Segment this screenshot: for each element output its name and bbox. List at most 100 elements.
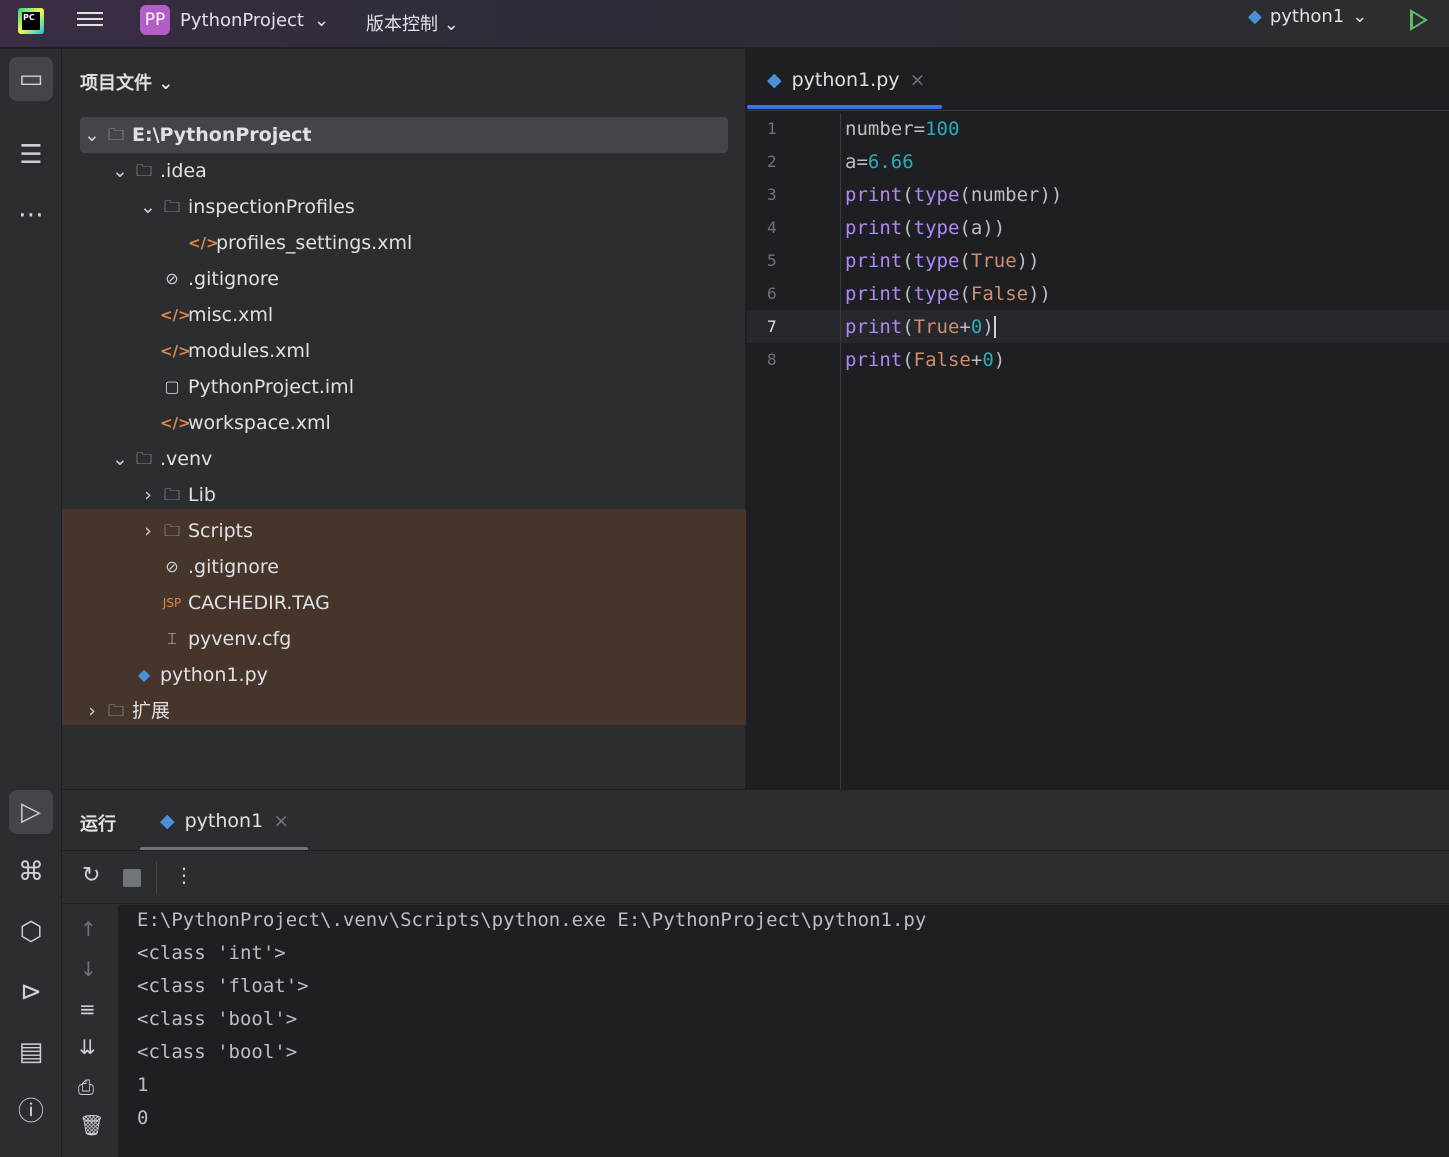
console-line: <class 'bool'> [137, 1008, 298, 1030]
tree-item-label: 扩展 [132, 700, 171, 722]
console-line: <class 'bool'> [137, 1041, 298, 1063]
tree-item[interactable]: </> modules.xml [62, 333, 746, 369]
tree-item[interactable]: › 🗀 Scripts [62, 513, 746, 549]
tree-item[interactable]: </> profiles_settings.xml [62, 225, 746, 261]
left-tool-strip: ▭ ☰ ⋯ ▷ ⌘ ⬡ ⊳ ▤ ⓘ [0, 49, 62, 1157]
project-panel-title[interactable]: 项目文件 ⌄ [80, 69, 173, 95]
active-tab-indicator [747, 105, 942, 109]
tree-arrow-icon[interactable]: › [82, 693, 102, 729]
console-line: <class 'int'> [137, 942, 286, 964]
tree-item-label: .idea [160, 160, 207, 182]
tree-item-label: inspectionProfiles [188, 196, 355, 218]
tree-item[interactable]: ⌄ 🗀 inspectionProfiles [62, 189, 746, 225]
project-selector[interactable]: PP PythonProject ⌄ [140, 5, 329, 35]
main-menu-icon[interactable] [77, 8, 103, 32]
code-line: print(True+0) [845, 316, 996, 338]
ignore-icon: ⊘ [165, 269, 179, 288]
run-button[interactable] [1410, 9, 1428, 31]
tree-arrow-icon[interactable]: › [138, 477, 158, 513]
console-output[interactable]: E:\PythonProject\.venv\Scripts\python.ex… [119, 905, 1449, 1157]
close-icon[interactable]: × [910, 69, 926, 91]
code-line: number=100 [845, 118, 960, 140]
tree-item-label: workspace.xml [188, 412, 331, 434]
tree-item-label: PythonProject.iml [188, 376, 354, 398]
tree-item-label: Scripts [188, 520, 254, 542]
project-folder-icon[interactable]: ▭ [9, 57, 53, 101]
stop-icon[interactable] [123, 869, 141, 887]
tree-item[interactable]: ▢ PythonProject.iml [62, 369, 746, 405]
code-line: a=6.66 [845, 151, 914, 173]
line-number: 4 [767, 218, 777, 237]
vcs-label: 版本控制 [366, 14, 438, 35]
console-line: 1 [137, 1074, 149, 1096]
editor-tabs: ◆ python1.py × [747, 49, 1449, 111]
close-icon[interactable]: × [273, 810, 289, 832]
tree-arrow-icon[interactable]: › [138, 513, 158, 549]
soft-wrap-icon[interactable]: ≡ [79, 997, 96, 1021]
tree-item[interactable]: ⌄ 🗀 .idea [62, 153, 746, 189]
services-icon[interactable]: ⊳ [9, 970, 53, 1014]
tree-arrow-icon[interactable]: ⌄ [110, 153, 130, 189]
toolbar-divider [156, 861, 157, 893]
more-icon[interactable]: ⋯ [9, 193, 53, 237]
run-toolbar: ↻ ⋮ [62, 850, 1449, 904]
chevron-down-icon: ⌄ [443, 14, 459, 35]
tree-item[interactable]: ⌶ pyvenv.cfg [62, 621, 746, 657]
code-line: print(type(a)) [845, 217, 1006, 239]
code-line: print(False+0) [845, 349, 1006, 371]
tree-item[interactable]: </> workspace.xml [62, 405, 746, 441]
xml-icon: </> [160, 342, 191, 360]
tree-item[interactable]: › 🗀 Lib [62, 477, 746, 513]
arrow-up-icon[interactable]: ↑ [80, 917, 97, 941]
tree-item[interactable]: ⌄ 🗀 .venv [62, 441, 746, 477]
structure-icon[interactable]: ☰ [9, 133, 53, 177]
tree-item[interactable]: › 🗀 扩展 [62, 693, 746, 729]
tree-item[interactable]: ◆ python1.py [62, 657, 746, 693]
console-line: <class 'float'> [137, 975, 309, 997]
run-tab-python1[interactable]: ◆ python1 × [160, 810, 289, 832]
folder-icon: 🗀 [135, 161, 152, 180]
line-number: 1 [767, 119, 777, 138]
chevron-down-icon: ⌄ [1352, 6, 1368, 27]
line-gutter: 1 2 3 4 5 6 7 8 [747, 113, 841, 789]
project-panel: 项目文件 ⌄ ⌄ 🗀 E:\PythonProject ⌄ 🗀 .idea ⌄ 🗀 inspec… [62, 49, 746, 789]
run-tool-icon[interactable]: ▷ [9, 790, 53, 834]
run-config-selector[interactable]: ◆ python1 ⌄ [1248, 6, 1367, 27]
tree-arrow-icon[interactable]: ⌄ [82, 117, 102, 153]
more-vertical-icon[interactable]: ⋮ [174, 863, 194, 887]
python-console-icon[interactable]: ⌘ [9, 850, 53, 894]
title-bar: PC PP PythonProject ⌄ 版本控制 ⌄ ◆ python1 ⌄ [0, 0, 1449, 48]
folder-icon: 🗀 [107, 701, 124, 720]
tree-item-label: modules.xml [188, 340, 311, 362]
tree-item[interactable]: ⊘ .gitignore [62, 549, 746, 585]
tab-python1-py[interactable]: ◆ python1.py × [767, 69, 925, 91]
tree-item[interactable]: </> misc.xml [62, 297, 746, 333]
tree-arrow-icon[interactable]: ⌄ [138, 189, 158, 225]
code-editor[interactable]: ◆ python1.py × 1 2 3 4 5 6 7 8 number=100 a=6.6… [747, 49, 1449, 789]
problems-icon[interactable]: ⓘ [9, 1090, 53, 1134]
pycharm-logo-icon[interactable]: PC [18, 8, 44, 34]
line-number: 3 [767, 185, 777, 204]
vcs-menu[interactable]: 版本控制 ⌄ [366, 10, 459, 36]
folder-icon: 🗀 [163, 197, 180, 216]
tree-item[interactable]: ⊘ .gitignore [62, 261, 746, 297]
python-packages-icon[interactable]: ⬡ [9, 910, 53, 954]
terminal-icon[interactable]: ▤ [9, 1030, 53, 1074]
console-line: E:\PythonProject\.venv\Scripts\python.ex… [137, 909, 927, 931]
tree-arrow-icon[interactable]: ⌄ [110, 441, 130, 477]
rerun-icon[interactable]: ↻ [82, 863, 100, 888]
tree-item-label: .gitignore [188, 268, 279, 290]
xml-icon: </> [160, 306, 191, 324]
python-icon: ◆ [767, 69, 782, 91]
code-line: print(type(True)) [845, 250, 1040, 272]
panel-title-label: 项目文件 [80, 73, 152, 94]
line-number: 6 [767, 284, 777, 303]
trash-icon[interactable]: 🗑 [79, 1113, 104, 1137]
tree-item[interactable]: JSP CACHEDIR.TAG [62, 585, 746, 621]
scroll-to-end-icon[interactable]: ⇊ [79, 1035, 96, 1059]
arrow-down-icon[interactable]: ↓ [80, 957, 97, 981]
print-icon[interactable]: ⎙ [78, 1075, 94, 1099]
tree-item[interactable]: ⌄ 🗀 E:\PythonProject [80, 117, 728, 153]
run-config-label: python1 [1269, 6, 1345, 27]
folder-icon: 🗀 [135, 449, 152, 468]
